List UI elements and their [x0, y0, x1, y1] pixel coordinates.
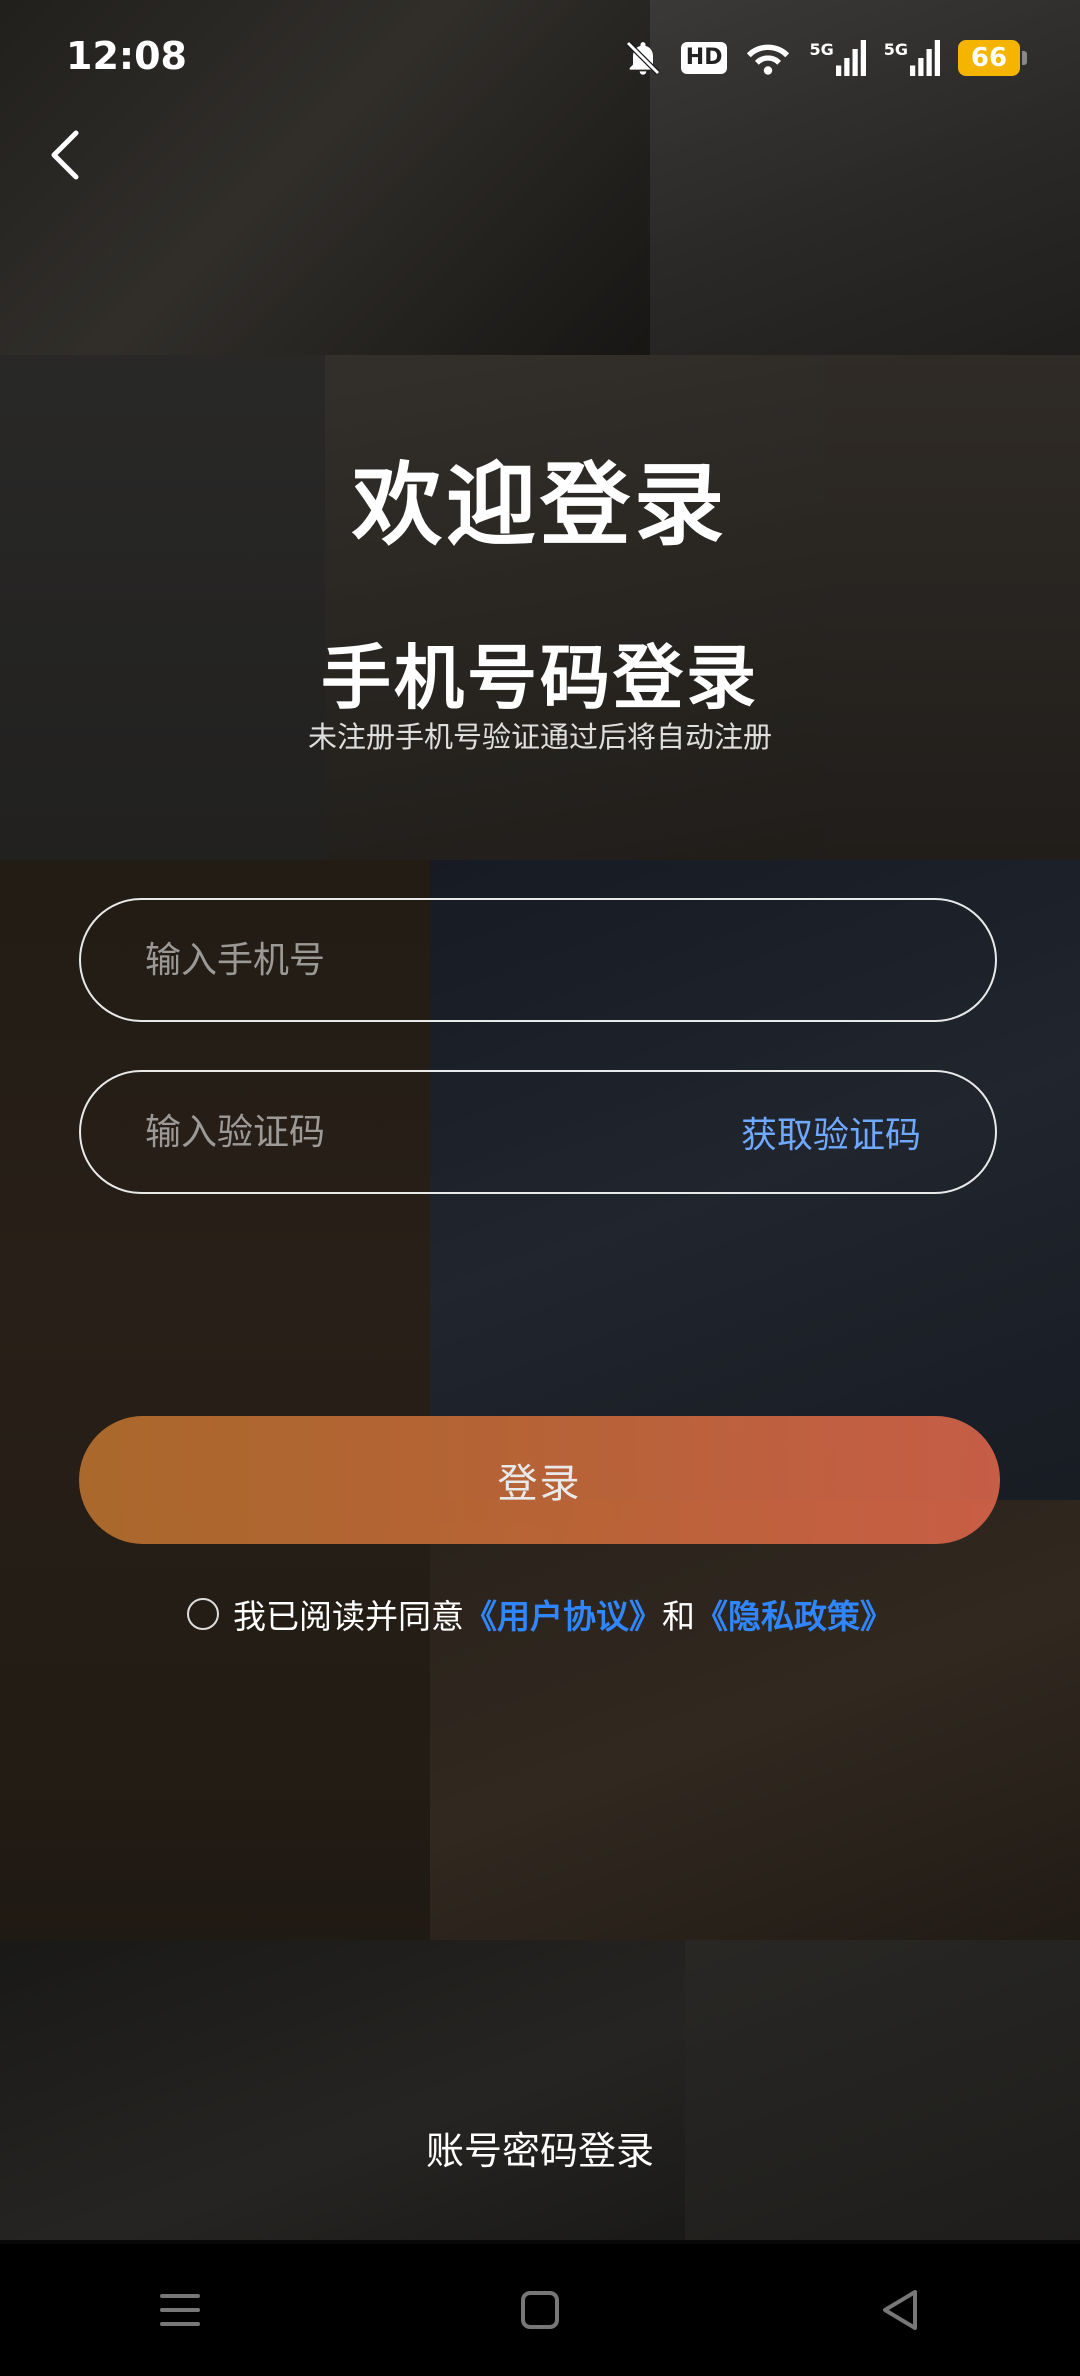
agreement-row: 我已阅读并同意 《用户协议》 和 《隐私政策》	[0, 1590, 1080, 1638]
verification-code-input[interactable]	[81, 1110, 741, 1154]
user-agreement-link[interactable]: 《用户协议》	[464, 1590, 662, 1638]
home-square-icon	[521, 2291, 559, 2329]
welcome-title: 欢迎登录	[352, 453, 728, 558]
battery-level: 66	[970, 43, 1008, 73]
phone-login-title: 手机号码登录	[321, 637, 759, 719]
get-code-button[interactable]: 获取验证码	[741, 1106, 995, 1158]
login-button[interactable]: 登录	[79, 1416, 1000, 1544]
hd-icon: HD	[680, 42, 728, 74]
agreement-checkbox[interactable]	[187, 1598, 219, 1630]
battery-icon: 66	[958, 40, 1027, 76]
agreement-prefix: 我已阅读并同意	[233, 1597, 464, 1636]
back-button[interactable]	[40, 120, 90, 190]
phone-field	[79, 898, 997, 1022]
menu-button[interactable]	[120, 2270, 240, 2350]
signal-label: 5G	[883, 40, 908, 59]
phone-input[interactable]	[81, 938, 995, 982]
status-icons: HD 5G 5G 66	[623, 36, 1027, 80]
back-nav-button[interactable]	[840, 2270, 960, 2350]
wifi-icon	[745, 38, 791, 78]
privacy-policy-link[interactable]: 《隐私政策》	[695, 1590, 893, 1638]
back-triangle-icon	[883, 2290, 917, 2330]
status-time: 12:08	[66, 34, 187, 78]
signal-5g-icon: 5G	[884, 40, 940, 76]
verification-code-field: 获取验证码	[79, 1070, 997, 1194]
account-password-login-link[interactable]: 账号密码登录	[0, 2120, 1080, 2175]
hd-label: HD	[680, 42, 728, 74]
agreement-conjunction: 和	[662, 1597, 695, 1636]
signal-5g-icon: 5G	[809, 40, 866, 76]
menu-icon	[160, 2294, 200, 2326]
login-screen: 12:08 HD 5G 5G 66 欢迎登录 手机号码登录 未注册手机号验证通过…	[0, 0, 1080, 2376]
chevron-left-icon	[51, 130, 79, 180]
home-button[interactable]	[480, 2270, 600, 2350]
bell-off-icon	[623, 38, 663, 78]
auto-register-hint: 未注册手机号验证通过后将自动注册	[307, 720, 772, 754]
signal-label: 5G	[809, 40, 834, 59]
status-bar: 12:08 HD 5G 5G 66	[0, 0, 1080, 120]
system-navigation-bar	[0, 2244, 1080, 2376]
